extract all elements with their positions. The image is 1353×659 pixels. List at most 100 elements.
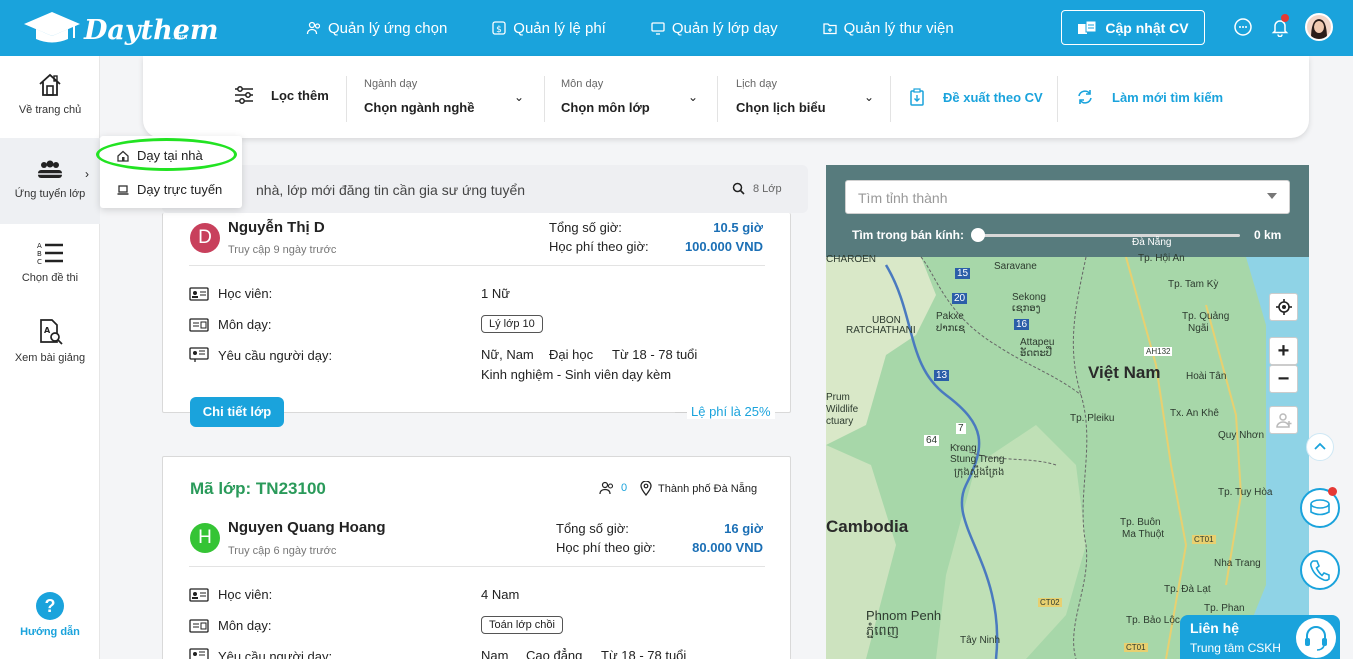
suggest-by-cv-button[interactable]: Đề xuất theo CV <box>909 88 1043 106</box>
refresh-search-button[interactable]: Làm mới tìm kiếm <box>1076 88 1223 106</box>
route-badge: CT02 <box>1038 598 1062 607</box>
map-label: Hoài Tân <box>1186 371 1227 382</box>
province-search-input[interactable]: Tìm tỉnh thành <box>845 180 1290 214</box>
map-label: ປາກເຊ <box>936 323 965 334</box>
nav-label: Quản lý lệ phí <box>513 19 606 37</box>
graduation-cap-icon <box>24 12 80 43</box>
map-label: Krong <box>950 443 977 454</box>
class-code: Mã lớp: TN23100 <box>190 479 326 498</box>
map-label: Tp. Bảo Lộc <box>1126 615 1180 626</box>
map-label: Đà Nẵng <box>1132 237 1172 248</box>
route-badge: 13 <box>934 370 950 381</box>
book-icon <box>189 317 209 332</box>
phone-button[interactable] <box>1300 550 1340 590</box>
row-label: Yêu cầu người dạy: <box>218 347 333 363</box>
nav-quan-ly-thu-vien[interactable]: Quản lý thư viện <box>822 20 954 37</box>
map-country-label: Cambodia <box>826 517 909 536</box>
subject-value: Toán lớp chồi <box>481 616 563 634</box>
location-pin-icon <box>640 481 652 496</box>
id-card-icon <box>189 587 209 602</box>
scroll-top-button[interactable] <box>1306 433 1334 461</box>
map-label: RATCHATHANI <box>846 325 916 336</box>
route-badge: 7 <box>956 423 966 434</box>
my-location-button[interactable] <box>1269 293 1298 321</box>
nav-quan-ly-le-phi[interactable]: $ Quản lý lệ phí <box>491 20 606 37</box>
users-icon <box>599 481 614 495</box>
map-label: Quy Nhơn <box>1218 430 1265 441</box>
applicant-count-value: 0 <box>621 482 628 494</box>
chevron-down-icon[interactable]: ⌄ <box>514 90 524 104</box>
map-label: Tp. Quảng <box>1182 311 1230 322</box>
radius-slider-track[interactable] <box>976 234 1240 237</box>
divider <box>544 76 545 122</box>
req-experience: Kinh nghiệm - Sinh viên dạy kèm <box>481 367 672 382</box>
map-panel[interactable]: Tìm tỉnh thành Tìm trong bán kính: 0 km … <box>826 165 1309 659</box>
sidebar-item-label: Ứng tuyển lớp <box>14 188 86 200</box>
route-badge: 64 <box>924 435 940 446</box>
logo-sub: .com <box>172 34 188 41</box>
radius-slider-thumb[interactable] <box>971 228 985 242</box>
class-detail-button[interactable]: Chi tiết lớp <box>190 397 284 427</box>
select-mon-day[interactable]: Môn dạy Chọn môn lớp <box>561 78 650 115</box>
radius-label: Tìm trong bán kính: <box>852 228 964 242</box>
search-icon[interactable] <box>732 182 745 195</box>
user-avatar[interactable] <box>1305 13 1333 41</box>
sidebar-item-lecture[interactable]: A Xem bài giảng <box>0 318 100 364</box>
help-button[interactable]: ? Hướng dẫn <box>0 592 100 638</box>
contact-support-button[interactable]: Liên hệ Trung tâm CSKH <box>1180 615 1340 659</box>
divider <box>717 76 718 122</box>
caret-down-icon <box>1267 193 1277 199</box>
folder-icon <box>822 23 837 35</box>
submenu-item-online-teaching[interactable]: Dạy trực tuyến <box>117 182 222 197</box>
divider <box>346 76 347 122</box>
refresh-label: Làm mới tìm kiếm <box>1112 89 1224 105</box>
route-badge: 16 <box>1014 319 1030 330</box>
monitor-icon <box>651 22 665 35</box>
sidebar-item-apply-class[interactable]: Ứng tuyển lớp <box>0 138 100 224</box>
map-label: Tp. Pleiku <box>1070 413 1115 424</box>
sidebar: Về trang chủ Ứng tuyển lớp › ABC Chọn đề… <box>0 56 100 659</box>
top-navigation-bar: Daythem .com Quản lý ứng chọn $ Quản lý … <box>0 0 1353 56</box>
route-badge: AH132 <box>1144 347 1173 356</box>
zoom-in-button[interactable]: + <box>1269 337 1298 365</box>
update-cv-button[interactable]: Cập nhật CV <box>1061 10 1205 45</box>
student-row-label: Học viên: <box>189 286 272 301</box>
map-label: Attapeu <box>1020 337 1055 348</box>
map-label: Nha Trang <box>1214 558 1261 569</box>
tutor-name: Nguyễn Thị D <box>228 219 325 236</box>
req-age: Từ 18 - 78 tuổi <box>612 347 698 362</box>
zoom-out-button[interactable]: − <box>1269 365 1298 393</box>
street-view-button[interactable] <box>1269 406 1298 434</box>
chevron-right-icon: › <box>85 167 89 181</box>
req-level: Đại học <box>549 347 594 362</box>
contact-subtitle: Trung tâm CSKH <box>1190 641 1281 655</box>
requirement-row-label: Yêu cầu người dạy: <box>189 347 332 363</box>
user-group-icon <box>306 21 321 35</box>
logo[interactable]: Daythem <box>22 8 218 46</box>
select-nganh-day[interactable]: Ngành dạy Chọn ngành nghề <box>364 78 474 115</box>
nav-quan-ly-ung-chon[interactable]: Quản lý ứng chọn <box>306 20 447 37</box>
route-badge: 20 <box>952 293 968 304</box>
sidebar-item-home[interactable]: Về trang chủ <box>0 72 100 116</box>
select-lich-day[interactable]: Lịch dạy Chọn lịch biểu <box>736 78 826 115</box>
chevron-down-icon[interactable]: ⌄ <box>688 90 698 104</box>
main-nav: Quản lý ứng chọn $ Quản lý lệ phí Quản l… <box>306 0 998 56</box>
route-badge: 15 <box>955 268 971 279</box>
more-filter-button[interactable]: Lọc thêm <box>233 84 329 106</box>
teacher-board-icon <box>189 648 209 659</box>
select-value: Chọn môn lớp <box>561 100 650 115</box>
person-add-icon <box>1275 413 1291 428</box>
chat-icon[interactable] <box>1233 17 1253 37</box>
sidebar-item-label: Xem bài giảng <box>14 352 86 364</box>
sidebar-item-label: Chọn đề thi <box>21 272 79 284</box>
row-label: Học viên: <box>218 286 273 301</box>
nav-quan-ly-lop-day[interactable]: Quản lý lớp dạy <box>650 20 778 37</box>
sidebar-item-exam[interactable]: ABC Chọn đề thi <box>0 240 100 284</box>
svg-text:B: B <box>37 250 42 258</box>
money-icon: $ <box>492 21 506 35</box>
map-label: Tp. Đà Lạt <box>1164 584 1211 595</box>
divider <box>189 566 765 567</box>
chevron-down-icon[interactable]: ⌄ <box>864 90 874 104</box>
subject-tag: Toán lớp chồi <box>481 616 563 634</box>
route-badge: CT01 <box>1192 535 1216 544</box>
